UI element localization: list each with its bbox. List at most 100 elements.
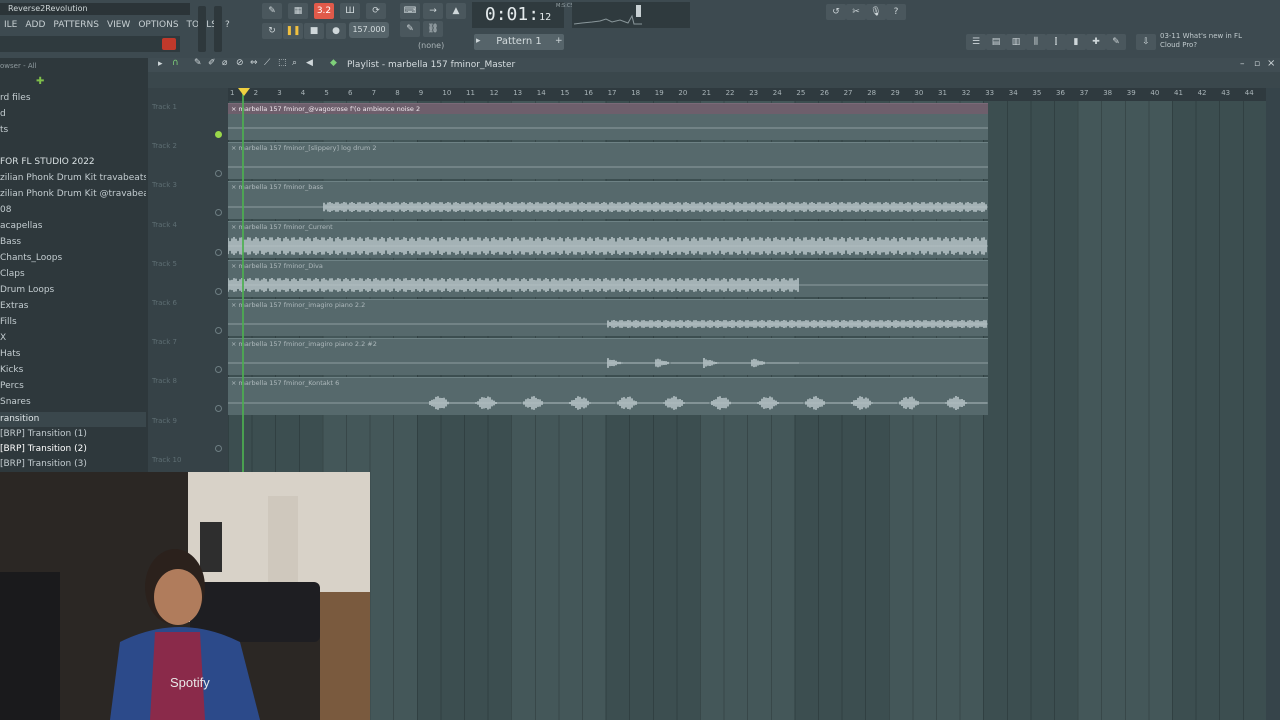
audio-clip[interactable]: × marbella 157 fminor_imagiro piano 2.2 — [228, 299, 988, 337]
blend-icon[interactable]: ⛓ — [423, 21, 443, 37]
pattern-prev-icon[interactable]: ▸ — [476, 36, 481, 46]
track-name[interactable]: Track 2 — [152, 142, 177, 150]
menu-file[interactable]: ILE — [0, 17, 21, 33]
track-mute-icon[interactable] — [215, 444, 222, 452]
typing-keyboard-icon[interactable]: ⌨ — [400, 3, 420, 19]
menu-help[interactable]: ? — [221, 17, 234, 33]
playhead-marker-icon[interactable] — [238, 88, 250, 96]
browser-item[interactable]: Fills — [0, 315, 146, 330]
browser-item[interactable]: zilian Phonk Drum Kit @travabeats — [0, 187, 146, 202]
menu-view[interactable]: VIEW — [103, 17, 134, 33]
audio-clip[interactable]: × marbella 157 fminor_Kontakt 6 — [228, 377, 988, 415]
paint-tool-icon[interactable]: ✐ — [208, 58, 216, 68]
loop-icon[interactable]: ↻ — [262, 23, 282, 39]
maximize-icon[interactable]: ▫ — [1254, 59, 1260, 69]
audio-clip[interactable]: × marbella 157 fminor_@vagosrose f'(o am… — [228, 103, 988, 141]
master-volume-slider[interactable] — [198, 6, 206, 52]
audio-clip[interactable]: × marbella 157 fminor_imagiro piano 2.2 … — [228, 338, 988, 376]
track-name[interactable]: Track 6 — [152, 299, 177, 307]
browser-item[interactable]: X — [0, 331, 146, 346]
step-edit-icon[interactable]: → — [423, 3, 443, 19]
track-name[interactable]: Track 10 — [152, 456, 181, 464]
playlist-view-icon[interactable]: ☰ — [966, 34, 986, 50]
track-name[interactable]: Track 5 — [152, 260, 177, 268]
stop-icon[interactable]: ■ — [304, 23, 324, 39]
playhead[interactable] — [242, 88, 244, 472]
minimize-icon[interactable]: – — [1240, 59, 1245, 69]
track-name[interactable]: Track 8 — [152, 377, 177, 385]
browser-item[interactable]: rd files — [0, 91, 146, 106]
browser-item[interactable]: d — [0, 107, 146, 122]
audio-clip[interactable]: × marbella 157 fminor_Diva — [228, 259, 988, 297]
microphone-icon[interactable]: 🎙 — [866, 4, 886, 20]
playback-tool-icon[interactable]: ◀ — [306, 58, 313, 68]
mute-tool-icon[interactable]: ⊘ — [236, 58, 244, 68]
track-mute-icon[interactable] — [215, 327, 222, 334]
piano-roll-icon[interactable]: ▥ — [1006, 34, 1026, 50]
browser-icon[interactable]: ▮ — [1066, 34, 1086, 50]
pause-icon[interactable]: ❚❚ — [283, 23, 303, 39]
pattern-add-icon[interactable]: + — [555, 36, 563, 46]
menu-add[interactable]: ADD — [21, 17, 49, 33]
record-icon[interactable]: ● — [326, 23, 346, 39]
browser-item[interactable]: Bass — [0, 235, 146, 250]
slip-tool-icon[interactable]: ⇔ — [250, 58, 258, 68]
tools-icon[interactable]: ✎ — [1106, 34, 1126, 50]
browser-item[interactable]: Hats — [0, 347, 146, 362]
track-mute-icon[interactable] — [215, 248, 222, 256]
vertical-scrollbar[interactable] — [1266, 88, 1280, 720]
master-pitch-slider[interactable] — [214, 6, 222, 52]
playlist-arrows-icon[interactable]: ◆ — [330, 58, 337, 68]
browser-item-selected[interactable]: [BRP] Transition (2) — [0, 442, 146, 457]
mixer-icon[interactable]: ⫼ — [1026, 34, 1046, 50]
delete-tool-icon[interactable]: ⌀ — [222, 58, 227, 68]
browser-item[interactable]: zilian Phonk Drum Kit travabeats (1) — [0, 171, 146, 186]
countdown-icon[interactable]: ▲ — [446, 3, 466, 19]
channel-rack-icon[interactable]: ▤ — [986, 34, 1006, 50]
pattern-song-toggle[interactable]: 3.2 — [314, 3, 334, 19]
browser-item[interactable]: Drum Loops — [0, 283, 146, 298]
close-icon[interactable]: × — [1267, 58, 1275, 69]
audio-clip[interactable]: × marbella 157 fminor_Current — [228, 220, 988, 258]
track-name[interactable]: Track 4 — [152, 221, 177, 229]
menu-arrow-icon[interactable]: ▸ — [158, 59, 163, 69]
browser-item[interactable]: Snares — [0, 395, 146, 410]
select-tool-icon[interactable]: ⬚ — [278, 58, 287, 68]
mode-pattern-icon[interactable]: ▦ — [288, 3, 308, 19]
draw-tool-icon[interactable]: ✎ — [194, 58, 202, 68]
fader-icon[interactable]: ⫿ — [1046, 34, 1066, 50]
browser-item[interactable]: Chants_Loops — [0, 251, 146, 266]
record-indicator-icon[interactable] — [162, 38, 176, 50]
undo-history-icon[interactable]: ↺ — [826, 4, 846, 20]
browser-item[interactable]: [BRP] Transition (3) — [0, 457, 146, 472]
news-panel[interactable]: 03-11 What's new in FL Cloud Pro? — [1160, 32, 1280, 54]
mixer-cut-icon[interactable]: ✂ — [846, 4, 866, 20]
help-icon[interactable]: ? — [886, 4, 906, 20]
browser-item[interactable]: Claps — [0, 267, 146, 282]
zoom-tool-icon[interactable]: ⌕ — [292, 58, 297, 68]
metronome-icon[interactable]: Ш — [340, 3, 360, 19]
none-selector[interactable]: (none) — [418, 40, 462, 52]
loop-record-icon[interactable]: ⟳ — [366, 3, 386, 19]
pattern-selector[interactable]: Pattern 1 — [474, 34, 564, 50]
playlist-overview-strip[interactable] — [148, 72, 1280, 88]
track-mute-icon[interactable] — [215, 131, 222, 138]
browser-item[interactable]: Percs — [0, 379, 146, 394]
track-mute-icon[interactable] — [215, 287, 222, 295]
magnet-icon[interactable]: ∩ — [172, 58, 179, 68]
browser-item[interactable]: ts — [0, 123, 146, 138]
tempo-display[interactable]: 157.000 — [349, 22, 389, 38]
wait-icon[interactable]: ✎ — [400, 21, 420, 37]
browser-item[interactable]: 08 — [0, 203, 146, 218]
audio-clip[interactable]: × marbella 157 fminor_[slippery] log dru… — [228, 142, 988, 180]
track-name[interactable]: Track 7 — [152, 338, 177, 346]
track-name[interactable]: Track 9 — [152, 417, 177, 425]
browser-item[interactable]: [BRP] Transition (1) — [0, 427, 146, 442]
menu-options[interactable]: OPTIONS — [134, 17, 182, 33]
browser-item[interactable]: Kicks — [0, 363, 146, 378]
track-name[interactable]: Track 1 — [152, 103, 177, 111]
slice-tool-icon[interactable]: ⟋ — [264, 58, 270, 68]
browser-add-icon[interactable]: ✚ — [36, 76, 44, 87]
download-icon[interactable]: ⇩ — [1136, 34, 1156, 50]
snap-icon[interactable]: ✎ — [262, 3, 282, 19]
